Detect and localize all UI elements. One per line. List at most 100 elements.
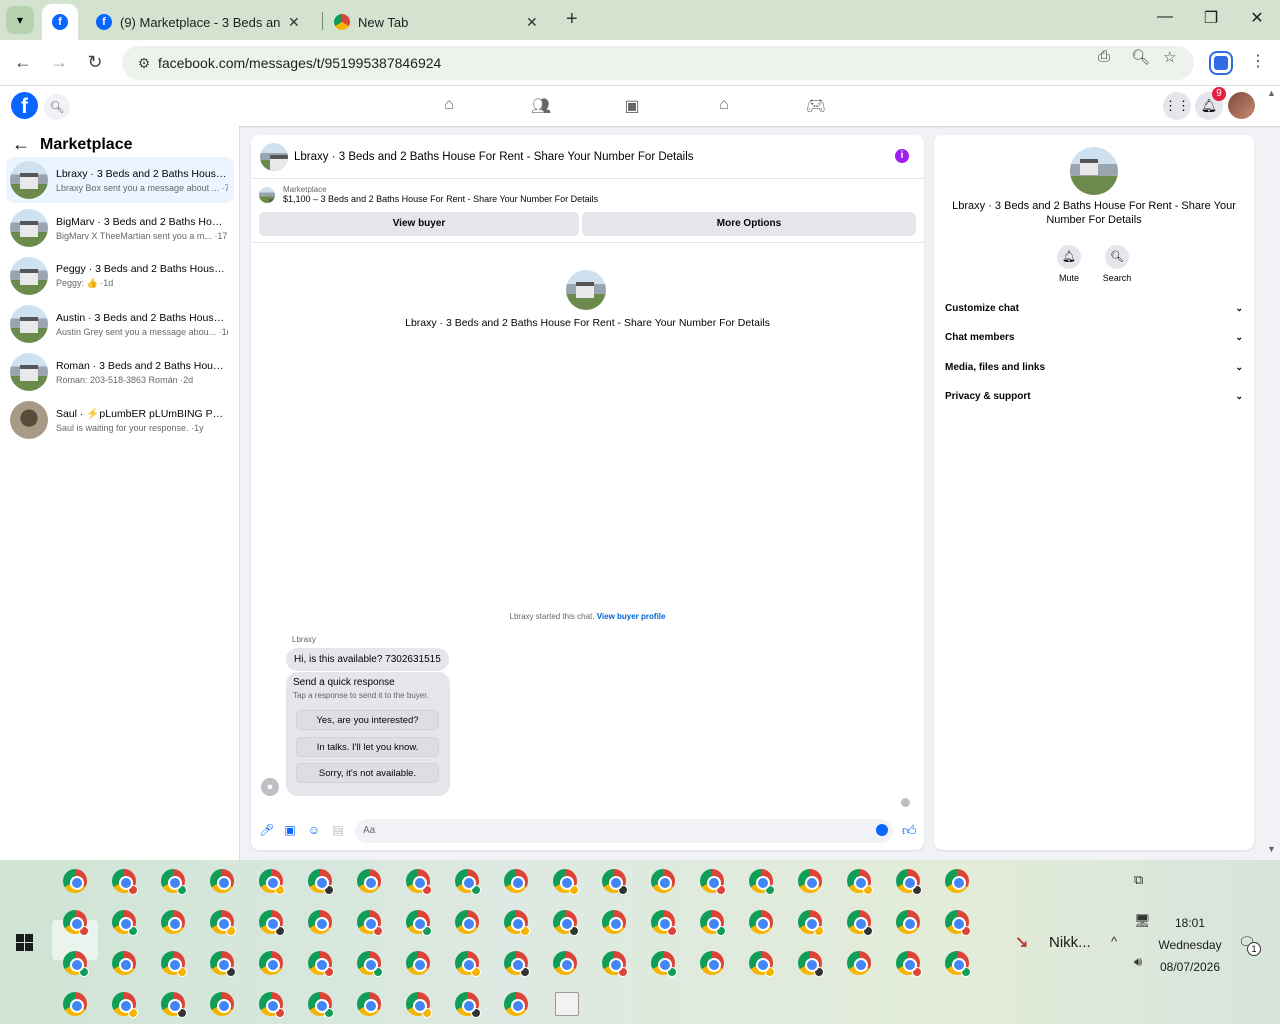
home-icon[interactable]: ⌂ <box>437 96 461 114</box>
chrome-profile-icon[interactable] <box>63 910 89 936</box>
chrome-profile-icon[interactable] <box>847 869 873 895</box>
show-hidden-icons[interactable]: ^ <box>1111 934 1117 949</box>
conversation-item-bigmarv[interactable]: BigMarv · 3 Beds and 2 Baths House For R… <box>6 205 234 251</box>
chrome-profile-icon[interactable] <box>504 869 528 893</box>
mute-button[interactable]: 🔔︎ Mute <box>1049 245 1089 283</box>
chrome-profile-icon[interactable] <box>651 910 677 936</box>
like-thumb-icon[interactable]: 👍︎ <box>902 822 917 839</box>
chrome-profile-icon[interactable] <box>602 910 626 934</box>
view-buyer-button[interactable]: View buyer <box>259 212 579 236</box>
chrome-profile-icon[interactable] <box>112 910 138 936</box>
quick-response-option[interactable]: In talks. I'll let you know. <box>296 737 439 757</box>
chrome-profile-icon[interactable] <box>945 869 969 893</box>
chat-members-section[interactable]: Chat members ⌄ <box>945 332 1243 343</box>
chrome-profile-icon[interactable] <box>308 992 334 1018</box>
chrome-profile-icon[interactable] <box>210 869 234 893</box>
customize-chat-section[interactable]: Customize chat ⌄ <box>945 303 1243 314</box>
listing-summary[interactable]: Marketplace $1,100 – 3 Beds and 2 Baths … <box>259 185 598 204</box>
scroll-down-arrow[interactable]: ▼ <box>1267 844 1276 854</box>
search-in-chat-button[interactable]: 🔍︎ Search <box>1097 245 1137 283</box>
chrome-profile-icon[interactable] <box>357 992 381 1016</box>
chrome-profile-icon[interactable] <box>455 869 481 895</box>
document-app-icon[interactable] <box>555 992 579 1016</box>
chrome-profile-icon[interactable] <box>896 910 920 934</box>
chrome-profile-icon[interactable] <box>357 869 381 893</box>
conversation-item-austin[interactable]: Austin · 3 Beds and 2 Baths House For Re… <box>6 301 234 347</box>
gaming-icon[interactable]: 🎮︎ <box>804 96 828 116</box>
message-input[interactable]: Aa <box>355 819 893 843</box>
chrome-profile-icon[interactable] <box>700 951 724 975</box>
meet-now-icon[interactable]: ⧉ <box>1134 872 1143 888</box>
chrome-profile-icon[interactable] <box>896 869 922 895</box>
chrome-profile-icon[interactable] <box>504 992 528 1016</box>
emoji-icon[interactable] <box>876 824 888 836</box>
chrome-profile-icon[interactable] <box>112 869 138 895</box>
chrome-profile-icon[interactable] <box>406 910 432 936</box>
chrome-profile-icon[interactable] <box>259 869 285 895</box>
chat-title[interactable]: Lbraxy · 3 Beds and 2 Baths House For Re… <box>294 151 694 163</box>
chrome-profile-icon[interactable] <box>749 951 775 977</box>
chrome-profile-icon[interactable] <box>63 951 89 977</box>
menu-grid-icon[interactable]: ⋮⋮ <box>1163 92 1191 120</box>
zoom-icon[interactable]: 🔍︎ <box>1131 48 1150 66</box>
chrome-profile-icon[interactable] <box>259 992 285 1018</box>
video-icon[interactable]: ▣ <box>620 96 644 116</box>
facebook-logo[interactable]: f <box>11 92 38 119</box>
pinned-facebook-tab[interactable]: f <box>42 4 78 40</box>
chrome-profile-icon[interactable] <box>504 951 530 977</box>
chrome-profile-icon[interactable] <box>308 910 332 934</box>
extension-icon[interactable] <box>1211 53 1231 73</box>
friends-icon[interactable]: 👥︎ <box>529 96 553 116</box>
chrome-profile-icon[interactable] <box>847 951 871 975</box>
chrome-profile-icon[interactable] <box>63 992 87 1016</box>
chrome-profile-icon[interactable] <box>112 951 136 975</box>
conversation-item-saul[interactable]: Saul · ⚡pLumbER pLUmBING PLumbing Saul is… <box>6 397 234 443</box>
close-tab-icon[interactable]: ✕ <box>526 14 538 31</box>
tab-marketplace[interactable]: f (9) Marketplace - 3 Beds and 2 Baths H… <box>86 4 322 40</box>
quick-response-option[interactable]: Yes, are you interested? <box>296 710 439 730</box>
chrome-profile-icon[interactable] <box>749 910 773 934</box>
chrome-profile-icon[interactable] <box>602 869 628 895</box>
conversation-item-peggy[interactable]: Peggy · 3 Beds and 2 Baths House For Ren… <box>6 253 234 299</box>
volume-icon[interactable]: 🔊︎ <box>1134 954 1142 970</box>
marketplace-icon[interactable]: ⌂ <box>712 96 736 114</box>
back-arrow-icon[interactable]: ← <box>12 134 30 155</box>
chrome-profile-icon[interactable] <box>112 992 138 1018</box>
chrome-profile-icon[interactable] <box>651 869 675 893</box>
media-files-links-section[interactable]: Media, files and links ⌄ <box>945 362 1243 373</box>
chrome-profile-icon[interactable] <box>700 869 726 895</box>
chrome-profile-icon[interactable] <box>749 869 775 895</box>
sticker-icon[interactable]: ☺ <box>307 823 321 837</box>
chrome-profile-icon[interactable] <box>406 992 432 1018</box>
back-button[interactable]: ← <box>11 52 35 73</box>
chrome-profile-icon[interactable] <box>210 951 236 977</box>
chrome-profile-icon[interactable] <box>945 951 971 977</box>
more-options-button[interactable]: More Options <box>582 212 916 236</box>
address-bar[interactable]: ⚙ facebook.com/messages/t/95199538784692… <box>122 46 1194 80</box>
system-clock[interactable]: 18:01 Wednesday 08/07/2026 <box>1150 912 1230 978</box>
chrome-profile-icon[interactable] <box>259 910 285 936</box>
chrome-profile-icon[interactable] <box>455 951 481 977</box>
microphone-icon[interactable]: 🎤︎ <box>259 823 274 837</box>
windows-start-icon[interactable] <box>16 934 33 951</box>
view-buyer-profile-link[interactable]: View buyer profile <box>597 612 666 621</box>
quick-response-option[interactable]: Sorry, it's not available. <box>296 763 439 783</box>
chrome-profile-icon[interactable] <box>553 910 579 936</box>
chrome-profile-icon[interactable] <box>847 910 873 936</box>
info-icon[interactable]: i <box>895 149 909 163</box>
chrome-profile-icon[interactable] <box>455 910 479 934</box>
site-info-icon[interactable]: ⚙ <box>132 55 156 72</box>
search-icon[interactable]: 🔍︎ <box>44 94 70 120</box>
install-app-icon[interactable]: ⎙ <box>1098 48 1110 65</box>
close-window-button[interactable]: ✕ <box>1242 8 1272 28</box>
photo-icon[interactable]: ▣ <box>283 823 297 837</box>
chrome-profile-icon[interactable] <box>210 992 234 1016</box>
privacy-support-section[interactable]: Privacy & support ⌄ <box>945 391 1243 402</box>
chrome-profile-icon[interactable] <box>945 910 971 936</box>
chrome-profile-icon[interactable] <box>161 951 187 977</box>
chrome-profile-icon[interactable] <box>553 951 577 975</box>
network-icon[interactable]: 🖥︎ <box>1134 913 1151 929</box>
chrome-profile-icon[interactable] <box>700 910 726 936</box>
conversation-item-lbraxy[interactable]: Lbraxy · 3 Beds and 2 Baths House For Re… <box>6 157 234 203</box>
gif-icon[interactable]: ▤ <box>331 823 345 837</box>
